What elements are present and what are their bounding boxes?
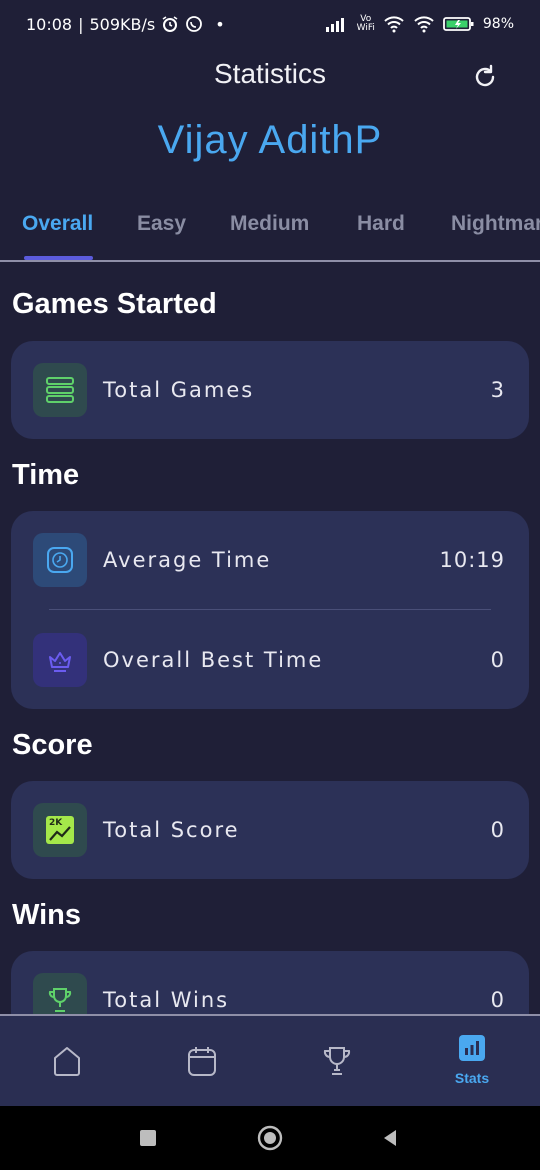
stat-label: Overall Best Time — [103, 648, 324, 672]
stat-value: 0 — [490, 818, 505, 842]
refresh-button[interactable] — [470, 62, 500, 92]
status-left: 10:08 | 509KB/s • — [26, 15, 225, 34]
score-card: 2K Total Score 0 — [11, 781, 529, 879]
difficulty-tabs: Overall Easy Medium Hard Nightmar — [0, 200, 540, 262]
stat-row-overall-best-time: Overall Best Time 0 — [11, 611, 529, 709]
page-title: Statistics — [213, 58, 327, 89]
vowifi-bottom: WiFi — [356, 23, 375, 33]
nav-stats[interactable]: Stats — [422, 1028, 522, 1098]
bottom-navigation: Stats — [0, 1014, 540, 1106]
back-button[interactable] — [374, 1122, 406, 1154]
section-title-wins: Wins — [12, 899, 82, 931]
time-card: Average Time 10:19 Overall Best Time 0 — [11, 511, 529, 709]
status-right: Vo WiFi 98% — [325, 15, 514, 33]
alarm-icon — [161, 15, 179, 33]
stat-value: 10:19 — [439, 548, 505, 572]
stat-row-total-score: 2K Total Score 0 — [11, 781, 529, 879]
status-time: 10:08 — [26, 14, 73, 34]
system-navigation-bar — [0, 1106, 540, 1170]
recents-button[interactable] — [132, 1122, 164, 1154]
tab-hard[interactable]: Hard — [357, 212, 405, 236]
whatsapp-icon — [185, 15, 203, 33]
stat-label: Total Games — [103, 378, 255, 402]
nav-home[interactable] — [17, 1028, 117, 1098]
nav-calendar[interactable] — [152, 1028, 252, 1098]
vowifi-icon: Vo WiFi — [357, 15, 375, 33]
stat-row-average-time: Average Time 10:19 — [11, 511, 529, 609]
tab-easy[interactable]: Easy — [137, 212, 186, 236]
wifi-icon-2 — [413, 15, 435, 33]
battery-level: 98% — [482, 16, 514, 32]
section-title-score: Score — [12, 729, 93, 761]
trophy-icon — [323, 1047, 351, 1075]
nav-stats-label: Stats — [454, 1070, 490, 1086]
stat-row-total-games: Total Games 3 — [11, 341, 529, 439]
section-title-time: Time — [12, 459, 80, 491]
stat-label: Total Wins — [103, 988, 230, 1012]
app-header: Statistics — [0, 52, 540, 102]
stat-value: 3 — [490, 378, 505, 402]
network-speed: 509KB/s — [89, 14, 156, 34]
active-tab-indicator — [24, 256, 93, 260]
stats-icon — [459, 1035, 485, 1061]
square-icon — [140, 1130, 156, 1146]
status-separator: | — [78, 14, 84, 34]
clock-icon — [33, 533, 87, 587]
home-icon — [54, 1047, 80, 1076]
status-dot: • — [215, 14, 225, 34]
status-bar: 10:08 | 509KB/s • Vo WiFi 98% — [0, 0, 540, 48]
games-started-card: Total Games 3 — [11, 341, 529, 439]
score-chart-icon: 2K — [33, 803, 87, 857]
nav-trophy[interactable] — [287, 1028, 387, 1098]
crown-icon — [33, 633, 87, 687]
user-name: Vijay AdithP — [157, 118, 383, 162]
circle-home-icon — [257, 1125, 283, 1151]
refresh-icon — [475, 64, 495, 87]
battery-icon — [442, 16, 475, 32]
signal-icon — [325, 16, 349, 32]
home-system-button[interactable] — [254, 1122, 286, 1154]
stat-label: Total Score — [103, 818, 240, 842]
calendar-icon — [188, 1047, 216, 1076]
tab-overall[interactable]: Overall — [22, 212, 93, 236]
section-title-games-started: Games Started — [12, 288, 217, 320]
tab-medium[interactable]: Medium — [230, 212, 309, 236]
row-divider — [49, 609, 491, 610]
tab-nightmare[interactable]: Nightmar — [451, 212, 540, 236]
wifi-icon — [383, 15, 405, 33]
back-triangle-icon — [384, 1130, 396, 1146]
stack-icon — [33, 363, 87, 417]
stat-label: Average Time — [103, 548, 272, 572]
stat-value: 0 — [490, 648, 505, 672]
stat-value: 0 — [490, 988, 505, 1012]
